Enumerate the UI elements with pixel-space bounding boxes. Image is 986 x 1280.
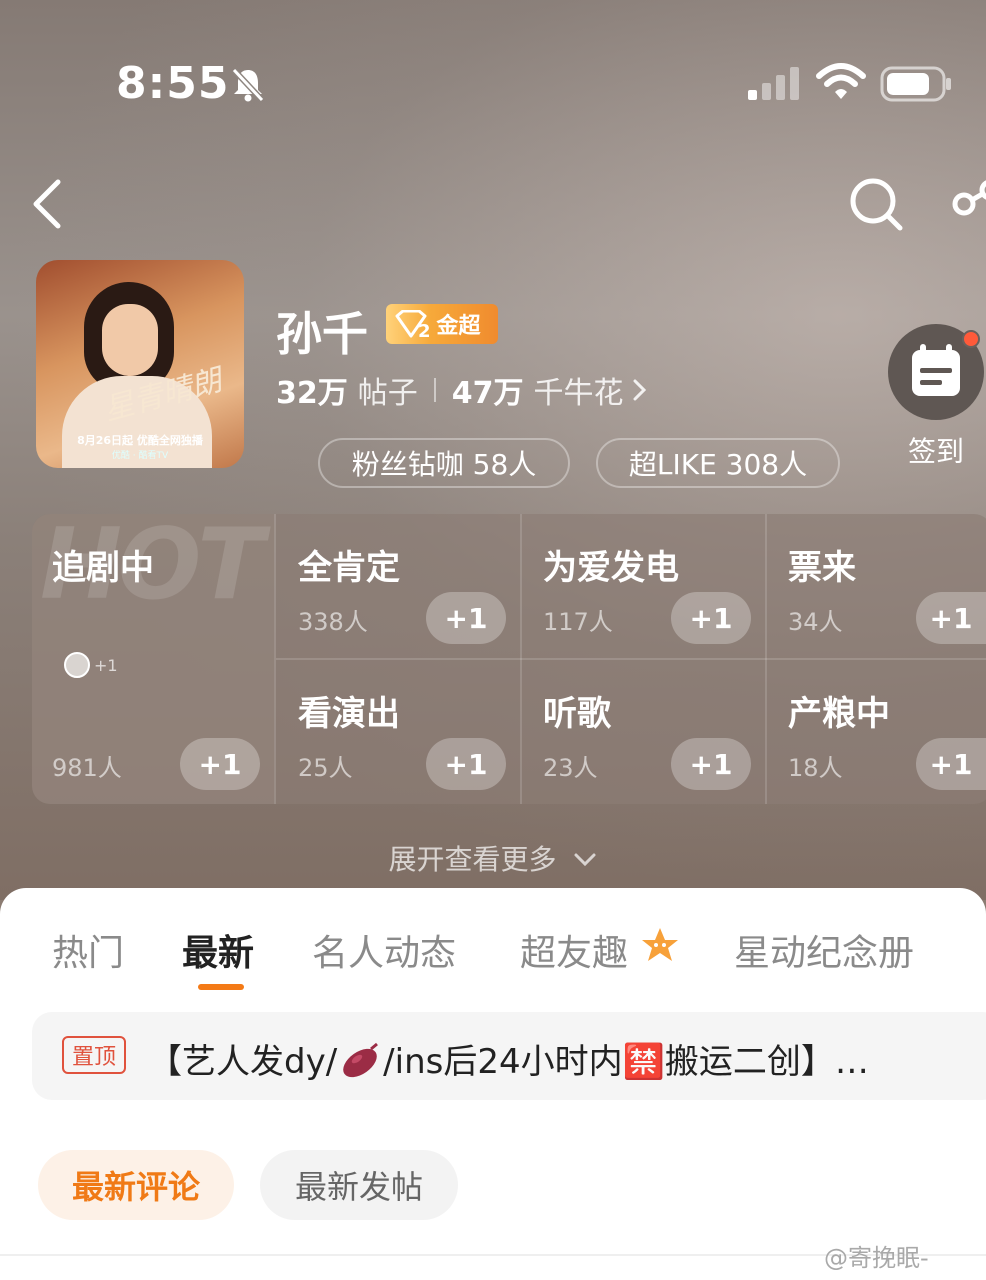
badge-label: 金超: [436, 314, 481, 339]
plus-one-button[interactable]: +1: [916, 738, 986, 790]
sort-latest-post-button[interactable]: 最新发帖: [260, 1150, 458, 1220]
activity-title: 全肯定: [298, 548, 400, 588]
participant-avatar: [64, 652, 90, 678]
poster-sub-line: 优酷 · 酷看TV: [111, 451, 169, 461]
pinned-text-after: /ins后24小时内🈲搬运二创】…: [383, 1042, 869, 1082]
superlike-pill[interactable]: 超LIKE 308人: [596, 438, 840, 488]
plus-one-button[interactable]: +1: [180, 738, 260, 790]
activity-title: 为爱发电: [543, 548, 679, 588]
topic-avatar[interactable]: 星青晴朗 8月26日起 优酷全网独播 优酷 · 酷看TV: [36, 260, 244, 468]
activity-count: 338人: [298, 608, 368, 636]
flowers-label[interactable]: 千牛花: [534, 368, 624, 412]
tab-hot[interactable]: 热门: [52, 924, 124, 976]
plus-one-button[interactable]: +1: [671, 738, 751, 790]
topic-stats: 32万 帖子 47万 千牛花: [276, 368, 650, 412]
pinned-post-title[interactable]: 【艺人发dy/ /ins后24小时内🈲搬运二创】…: [148, 1034, 869, 1083]
active-tab-indicator: [198, 984, 244, 990]
activity-title: 票来: [788, 548, 856, 588]
tab-memorial-album[interactable]: 星动纪念册: [734, 924, 914, 976]
chevron-right-icon[interactable]: [630, 377, 650, 403]
expand-more-label: 展开查看更多: [388, 843, 557, 876]
sweet-potato-icon: [343, 1042, 379, 1078]
posts-count: 32万: [276, 376, 348, 411]
posts-label: 帖子: [357, 376, 418, 411]
activity-count: 23人: [543, 754, 598, 782]
chevron-down-icon: [574, 853, 596, 867]
flowers-count[interactable]: 47万: [452, 368, 524, 412]
notification-dot: [962, 330, 980, 348]
plus-one-button[interactable]: +1: [426, 592, 506, 644]
expand-more-button[interactable]: 展开查看更多: [0, 838, 986, 878]
status-time: 8:55: [116, 58, 230, 109]
bell-off-icon: [231, 67, 265, 103]
share-icon[interactable]: [950, 180, 986, 228]
tab-latest[interactable]: 最新: [182, 924, 254, 976]
activity-title: 产粮中: [788, 694, 890, 734]
stats-divider: [433, 378, 436, 402]
search-icon[interactable]: [848, 176, 904, 232]
watermark: @寄挽眠-: [824, 1244, 929, 1272]
participant-more: +1: [94, 656, 118, 675]
wifi-icon: [816, 63, 866, 99]
checkin-label[interactable]: 签到: [908, 430, 964, 470]
battery-icon: [880, 66, 951, 102]
activity-title: 看演出: [298, 694, 400, 734]
tab-celebrity-updates[interactable]: 名人动态: [312, 924, 456, 976]
pinned-tag: 置顶: [62, 1036, 126, 1074]
signal-icon: [748, 67, 799, 100]
tab-super-fun[interactable]: 超友趣: [520, 924, 628, 976]
activity-count: 18人: [788, 754, 843, 782]
activity-count: 981人: [52, 754, 122, 782]
badge-level: 2: [418, 320, 431, 342]
level-badge[interactable]: 2 金超: [386, 304, 498, 344]
fans-pill[interactable]: 粉丝钻咖 58人: [318, 438, 570, 488]
plus-one-button[interactable]: +1: [426, 738, 506, 790]
activity-count: 34人: [788, 608, 843, 636]
grid-divider: [276, 658, 986, 660]
back-icon[interactable]: [28, 176, 68, 232]
pinned-text-before: 【艺人发dy/: [148, 1042, 338, 1082]
poster-date-line: 8月26日起 优酷全网独播: [77, 434, 203, 447]
star-icon: [642, 928, 678, 961]
activity-count: 25人: [298, 754, 353, 782]
activity-title: 听歌: [543, 694, 611, 734]
plus-one-button[interactable]: +1: [916, 592, 986, 644]
sort-latest-comment-button[interactable]: 最新评论: [38, 1150, 234, 1220]
topic-name: 孙千: [276, 307, 368, 361]
plus-one-button[interactable]: +1: [671, 592, 751, 644]
activity-title: 追剧中: [52, 548, 154, 588]
activity-count: 117人: [543, 608, 613, 636]
